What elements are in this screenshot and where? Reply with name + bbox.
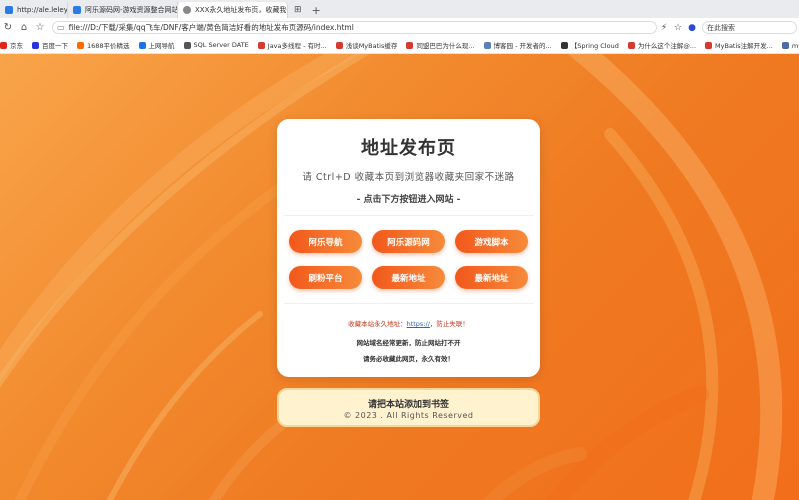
bookmark-item[interactable]: 浅谈MyBatis缓存 [335,40,398,50]
search-input[interactable]: 在此搜索 [702,21,797,34]
ale-source-button[interactable]: 阿乐源码网 [372,230,445,253]
bookmark-item[interactable]: 为什么这个注解@... [627,40,697,50]
button-grid: 阿乐导航 阿乐源码网 游戏脚本 刷粉平台 最新地址 最新地址 [277,230,540,289]
tab-1[interactable]: http://ale.leleyangya [0,2,68,18]
bookmark-label: 为什么这个注解@... [637,42,697,50]
page-title: 地址发布页 [361,138,456,159]
address-bar[interactable]: ▭ file:///D:/下载/采集/qq飞车/DNF/客户端/黄色简洁好看的地… [52,21,657,34]
bookmark-label: SQL Server DATE [193,41,249,49]
copyright: © 2023 . All Rights Reserved [343,411,474,420]
bookmark-item[interactable]: 同盟巴巴为什么现... [406,40,475,50]
bookmark-favicon-icon [257,41,265,49]
bookmark-favicon-icon [335,41,343,49]
ale-nav-button[interactable]: 阿乐导航 [289,230,362,253]
bookmark-label: Java多线程 - 有时... [267,42,327,50]
click-hint: - 点击下方按钮进入网站 - [356,195,461,205]
site-favicon-icon [73,6,81,14]
bookmark-item[interactable]: 1688平价精选 [77,40,130,50]
latest-address-button-2[interactable]: 最新地址 [455,266,528,289]
bookmark-favicon-icon [183,41,191,49]
bookmark-label: 【Spring Cloud [570,42,619,50]
perm-suffix: ，防止失联！ [429,320,469,328]
bookmark-label: mysql 中 order b... [791,42,799,50]
bookmark-item[interactable]: mysql 中 order b... [781,40,799,50]
fan-platform-button[interactable]: 刷粉平台 [289,266,362,289]
bookmark-item[interactable]: 上网导航 [138,40,175,50]
footer-card: 请把本站添加到书签 © 2023 . All Rights Reserved [277,388,540,427]
bookmark-item[interactable]: 【Spring Cloud [560,40,619,50]
bookmarks-bar: 京东 百度一下 1688平价精选 上网导航 SQL Server DATE Java多线程… [0,37,799,54]
browser-toolbar: ↻ ⌂ ☆ ▭ file:///D:/下载/采集/qq飞车/DNF/客户端/黄色… [0,18,799,37]
bookmark-label: 百度一下 [42,42,68,50]
bookmark-label: MyBatis注解开发... [715,42,773,50]
search-engine-icon[interactable]: ● [685,23,699,33]
divider [283,215,534,216]
bookmark-favicon-icon [627,41,635,49]
bookmark-star-icon[interactable]: ☆ [32,22,48,33]
favorite-star-icon[interactable]: ☆ [671,23,685,33]
tab-strip: http://ale.leleyangya 阿乐源码网-游戏资源整合网站,海 X… [0,0,799,18]
perm-link[interactable]: https:// [407,320,430,328]
bookmark-item[interactable]: 京东 [0,40,23,50]
perm-prefix: 收藏本站永久地址： [348,320,407,328]
divider [283,303,534,304]
lightning-icon[interactable]: ⚡ [657,23,671,33]
bookmark-favicon-icon [781,41,789,49]
address-card: 地址发布页 请 Ctrl+D 收藏本页到浏览器收藏夹回家不迷路 - 点击下方按钮… [277,119,540,377]
latest-address-button-1[interactable]: 最新地址 [372,266,445,289]
tab-3-label: XXX永久地址发布页，收藏我们 [195,6,288,14]
bookmark-label: 同盟巴巴为什么现... [416,42,475,50]
game-script-button[interactable]: 游戏脚本 [455,230,528,253]
bookmark-instruction: 请 Ctrl+D 收藏本页到浏览器收藏夹回家不迷路 [302,172,515,183]
bookmark-favicon-icon [0,41,7,49]
bookmark-item[interactable]: 博客园 - 开发者的... [483,40,552,50]
bookmark-label: 博客园 - 开发者的... [493,42,552,50]
bookmark-label: 上网导航 [148,42,175,50]
tab-2-label: 阿乐源码网-游戏资源整合网站,海 [85,6,178,14]
bookmark-favicon-icon [406,41,414,49]
bookmark-item[interactable]: SQL Server DATE [183,41,249,49]
bookmark-item[interactable]: Java多线程 - 有时... [257,40,327,50]
bookmark-label: 京东 [10,42,23,50]
file-icon: ▭ [57,23,65,32]
bookmark-favicon-icon [77,41,84,49]
home-icon[interactable]: ⌂ [16,22,32,33]
save-page-note: 请务必收藏此网页，永久有效！ [363,355,454,363]
tab-2[interactable]: 阿乐源码网-游戏资源整合网站,海 [68,2,178,18]
bookmark-favicon-icon [32,41,39,49]
bookmark-favicon-icon [560,41,568,49]
search-placeholder: 在此搜索 [707,23,735,32]
page-content: 地址发布页 请 Ctrl+D 收藏本页到浏览器收藏夹回家不迷路 - 点击下方按钮… [0,54,799,500]
bookmark-favicon-icon [705,41,713,49]
bookmark-label: 1688平价精选 [87,42,130,50]
tab-1-label: http://ale.leleyangya [17,6,68,14]
bookmark-favicon-icon [483,41,491,49]
bookmark-item[interactable]: MyBatis注解开发... [705,40,773,50]
globe-icon [183,6,191,14]
new-tab-button[interactable]: + [308,2,325,18]
address-url: file:///D:/下载/采集/qq飞车/DNF/客户端/黄色简洁好看的地址发… [68,23,354,32]
globe-icon [5,6,13,14]
tab-grid-icon[interactable]: ⊞ [288,2,308,18]
tab-3-active[interactable]: XXX永久地址发布页，收藏我们 ✕ [178,2,288,18]
bookmark-favicon-icon [138,41,146,49]
domain-update-note: 网站域名经常更新，防止网站打不开 [356,339,461,347]
bookmark-item[interactable]: 百度一下 [32,40,68,50]
reload-icon[interactable]: ↻ [0,22,16,33]
footer-title: 请把本站添加到书签 [367,400,449,410]
bookmark-label: 浅谈MyBatis缓存 [345,42,398,50]
permanent-address: 收藏本站永久地址：https://，防止失联！ [277,318,540,328]
